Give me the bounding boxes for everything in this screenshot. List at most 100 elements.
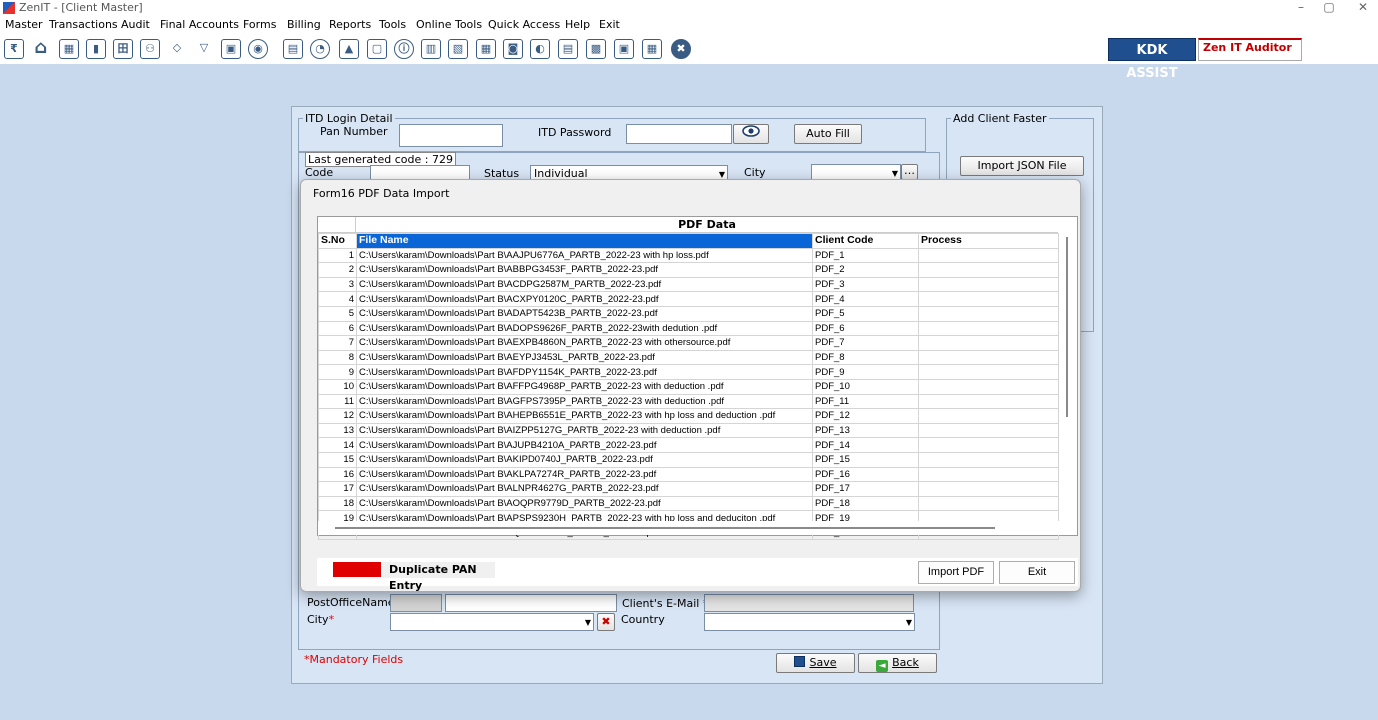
col-file-name[interactable]: File Name [356, 233, 813, 249]
col-client-code[interactable]: Client Code [812, 233, 919, 249]
cell-process[interactable] [918, 408, 1059, 424]
cell-client-code[interactable]: PDF_16 [812, 466, 919, 483]
horizontal-scroll-thumb[interactable] [335, 527, 995, 529]
menu-online-tools[interactable]: Online Tools [416, 16, 482, 34]
cell-file-name[interactable]: C:\Users\karam\Downloads\Part B\ACXPY012… [356, 291, 813, 307]
rupee-icon[interactable]: ₹ [4, 39, 24, 59]
table-row[interactable]: 2 C:\Users\karam\Downloads\Part B\ABBPG34… [318, 262, 1059, 278]
clear-city-button[interactable]: ✖ [597, 613, 615, 631]
home-icon[interactable]: ⌂ [31, 39, 51, 59]
cell-sno[interactable]: 8 [318, 349, 357, 366]
vertical-scroll-thumb[interactable] [1066, 237, 1068, 417]
bar-chart-icon[interactable]: ▮ [86, 39, 106, 59]
pan-number-input[interactable] [399, 124, 503, 147]
import-pdf-button[interactable]: Import PDF [918, 561, 994, 584]
cell-file-name[interactable]: C:\Users\karam\Downloads\Part B\AAJPU677… [356, 247, 813, 264]
cell-sno[interactable]: 9 [318, 364, 357, 380]
cell-process[interactable] [918, 320, 1059, 337]
show-password-button[interactable] [733, 124, 769, 144]
cell-process[interactable] [918, 466, 1059, 483]
cell-client-code[interactable]: PDF_14 [812, 437, 919, 453]
cell-client-code[interactable]: PDF_13 [812, 422, 919, 439]
cell-process[interactable] [918, 349, 1059, 366]
sheet-icon[interactable]: ▥ [421, 39, 441, 59]
cell-sno[interactable]: 17 [318, 481, 357, 497]
table-row[interactable]: 9 C:\Users\karam\Downloads\Part B\AFDPY11… [318, 364, 1059, 380]
cell-sno[interactable]: 4 [318, 291, 357, 307]
grid-icon[interactable]: ▦ [59, 39, 79, 59]
save-button[interactable]: Save [776, 653, 855, 673]
minimize-button[interactable]: – [1286, 0, 1316, 15]
table-row[interactable]: 4 C:\Users\karam\Downloads\Part B\ACXPY01… [318, 291, 1059, 307]
cell-file-name[interactable]: C:\Users\karam\Downloads\Part B\AHEPB655… [356, 408, 813, 424]
table-row[interactable]: 10 C:\Users\karam\Downloads\Part B\AFFPG4… [318, 378, 1059, 395]
3cd-icon[interactable]: ▣ [614, 39, 634, 59]
itd-password-input[interactable] [626, 124, 732, 144]
country-select[interactable]: ▼ [704, 613, 915, 631]
table-row[interactable]: 15 C:\Users\karam\Downloads\Part B\AKIPD0… [318, 451, 1059, 468]
cell-process[interactable] [918, 364, 1059, 380]
cell-process[interactable] [918, 247, 1059, 264]
table-row[interactable]: 7 C:\Users\karam\Downloads\Part B\AEXPB48… [318, 335, 1059, 351]
cell-sno[interactable]: 10 [318, 378, 357, 395]
report-icon[interactable]: ▧ [448, 39, 468, 59]
cell-sno[interactable]: 15 [318, 451, 357, 468]
table-row[interactable]: 8 C:\Users\karam\Downloads\Part B\AEYPJ34… [318, 349, 1059, 366]
city2-select[interactable]: ▼ [390, 613, 594, 631]
zen-it-auditor-button[interactable]: Zen IT Auditor [1198, 38, 1302, 61]
cell-file-name[interactable]: C:\Users\karam\Downloads\Part B\ACDPG258… [356, 276, 813, 293]
cell-client-code[interactable]: PDF_9 [812, 364, 919, 380]
menu-transactions[interactable]: Transactions [49, 16, 118, 34]
menu-tools[interactable]: Tools [379, 16, 406, 34]
info-icon[interactable]: ⓘ [394, 39, 414, 59]
cell-sno[interactable]: 7 [318, 335, 357, 351]
pie-icon[interactable]: ◔ [310, 39, 330, 59]
cell-process[interactable] [918, 451, 1059, 468]
city-select[interactable]: ▼ [811, 164, 901, 180]
table-row[interactable]: 6 C:\Users\karam\Downloads\Part B\ADOPS96… [318, 320, 1059, 337]
menu-billing[interactable]: Billing [287, 16, 321, 34]
col-sno[interactable]: S.No [318, 233, 357, 249]
cell-process[interactable] [918, 291, 1059, 307]
ledger-icon[interactable]: ▦ [642, 39, 662, 59]
close-button[interactable]: ✕ [1348, 0, 1378, 15]
menu-quick-access[interactable]: Quick Access [488, 16, 560, 34]
cell-client-code[interactable]: PDF_10 [812, 378, 919, 395]
cell-file-name[interactable]: C:\Users\karam\Downloads\Part B\ADOPS962… [356, 320, 813, 337]
menu-final-accounts[interactable]: Final Accounts [160, 16, 239, 34]
cell-sno[interactable]: 6 [318, 320, 357, 337]
cell-file-name[interactable]: C:\Users\karam\Downloads\Part B\ABBPG345… [356, 262, 813, 278]
cell-process[interactable] [918, 393, 1059, 410]
table-row[interactable]: 18 C:\Users\karam\Downloads\Part B\AOQPR9… [318, 495, 1059, 512]
table-row[interactable]: 5 C:\Users\karam\Downloads\Part B\ADAPT54… [318, 305, 1059, 322]
cell-file-name[interactable]: C:\Users\karam\Downloads\Part B\AFDPY115… [356, 364, 813, 380]
cell-sno[interactable]: 13 [318, 422, 357, 439]
menu-forms[interactable]: Forms [243, 16, 276, 34]
client-email-input[interactable] [704, 594, 914, 612]
users-icon[interactable]: ⚇ [140, 39, 160, 59]
cell-process[interactable] [918, 276, 1059, 293]
form-icon[interactable]: ▢ [367, 39, 387, 59]
table-row[interactable]: 12 C:\Users\karam\Downloads\Part B\AHEPB6… [318, 408, 1059, 424]
chat-icon[interactable]: ◙ [503, 39, 523, 59]
cell-file-name[interactable]: C:\Users\karam\Downloads\Part B\AEYPJ345… [356, 349, 813, 366]
cell-sno[interactable]: 5 [318, 305, 357, 322]
col-process[interactable]: Process [918, 233, 1059, 249]
tax-icon[interactable]: ▣ [221, 39, 241, 59]
cell-client-code[interactable]: PDF_2 [812, 262, 919, 278]
cell-file-name[interactable]: C:\Users\karam\Downloads\Part B\AGFPS739… [356, 393, 813, 410]
bs-icon[interactable]: ▤ [558, 39, 578, 59]
menu-reports[interactable]: Reports [329, 16, 371, 34]
cell-file-name[interactable]: C:\Users\karam\Downloads\Part B\ALNPR462… [356, 481, 813, 497]
cell-sno[interactable]: 3 [318, 276, 357, 293]
cell-file-name[interactable]: C:\Users\karam\Downloads\Part B\AEXPB486… [356, 335, 813, 351]
post-office-code-input[interactable] [390, 594, 442, 612]
disc-icon[interactable]: ◉ [248, 39, 268, 59]
cell-client-code[interactable]: PDF_11 [812, 393, 919, 410]
cell-client-code[interactable]: PDF_6 [812, 320, 919, 337]
cell-sno[interactable]: 12 [318, 408, 357, 424]
pdf-data-grid[interactable]: PDF Data S.No File Name Client Code Proc… [317, 216, 1078, 541]
calculator-icon[interactable]: 田 [113, 39, 133, 59]
table-row[interactable]: 14 C:\Users\karam\Downloads\Part B\AJUPB4… [318, 437, 1059, 453]
auto-fill-button[interactable]: Auto Fill [794, 124, 862, 144]
